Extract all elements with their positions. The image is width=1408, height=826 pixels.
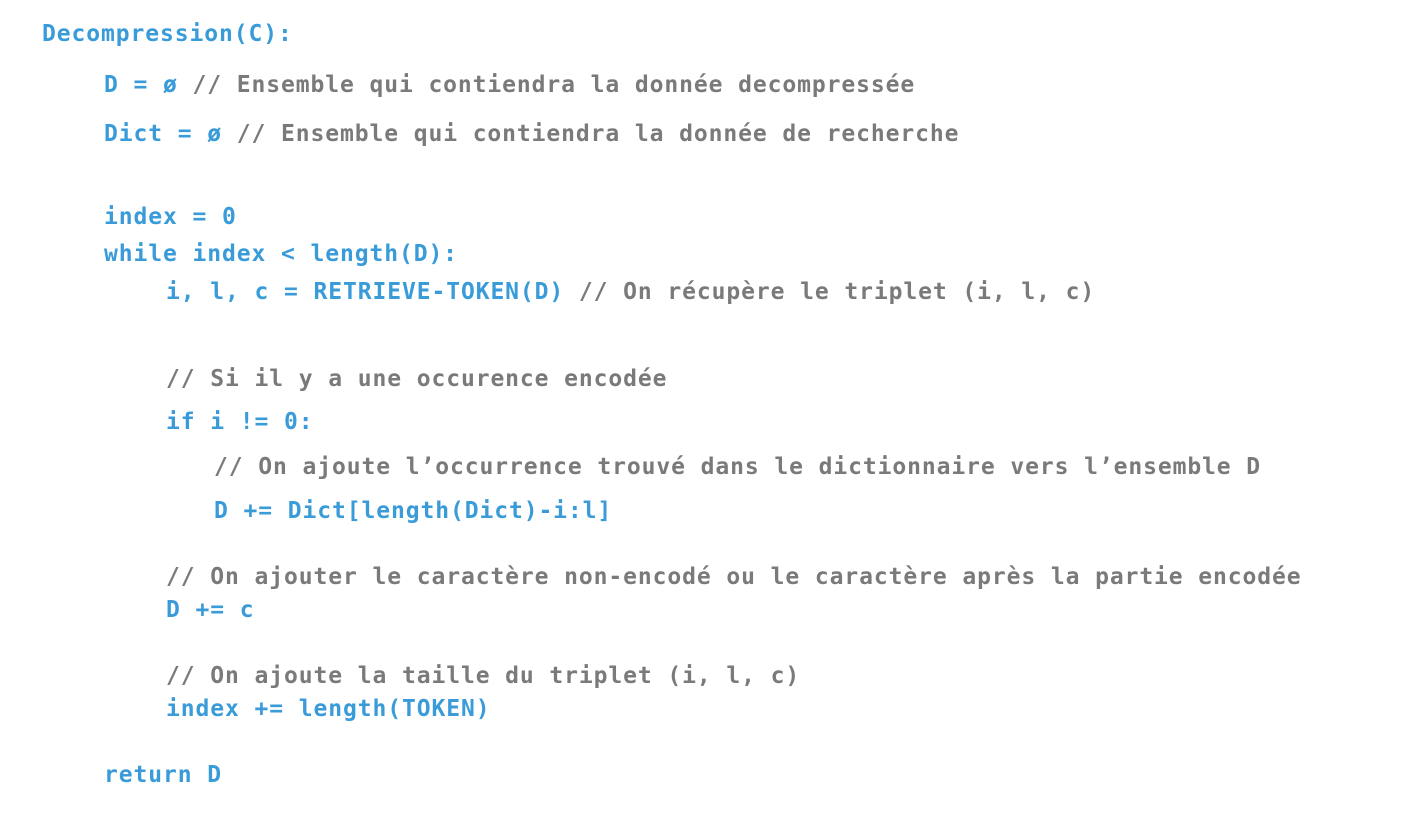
if-statement-line: if i != 0: — [166, 409, 314, 435]
retrieve-token-comment: // On récupère le triplet (i, l, c) — [578, 279, 1096, 305]
index-init-line: index = 0 — [104, 204, 237, 230]
dict-init-comment: // Ensemble qui contiendra la donnée de … — [236, 121, 960, 147]
dict-init-code: Dict = ø — [104, 121, 237, 147]
if-comment-line: // Si il y a une occurence encodée — [166, 366, 668, 392]
return-line: return D — [104, 762, 222, 788]
taille-comment-line: // On ajoute la taille du triplet (i, l,… — [166, 663, 801, 689]
d-init-line: D = ø // Ensemble qui contiendra la donn… — [104, 71, 915, 99]
ajoute-comment-line: // On ajoute l’occurrence trouvé dans le… — [214, 454, 1262, 480]
d-init-code: D = ø — [104, 72, 193, 98]
add-c-line: D += c — [166, 597, 255, 623]
dict-slice-line: D += Dict[length(Dict)-i:l] — [214, 498, 613, 524]
d-init-comment: // Ensemble qui contiendra la donnée dec… — [192, 72, 916, 98]
dict-init-line: Dict = ø // Ensemble qui contiendra la d… — [104, 120, 959, 148]
while-loop-line: while index < length(D): — [104, 241, 458, 267]
caractere-comment-line: // On ajouter le caractère non-encodé ou… — [166, 564, 1302, 590]
retrieve-token-line: i, l, c = RETRIEVE-TOKEN(D) // On récupè… — [166, 278, 1095, 306]
function-header: Decompression(C): — [42, 21, 293, 47]
retrieve-token-code: i, l, c = RETRIEVE-TOKEN(D) — [166, 279, 579, 305]
index-increment-line: index += length(TOKEN) — [166, 696, 491, 722]
